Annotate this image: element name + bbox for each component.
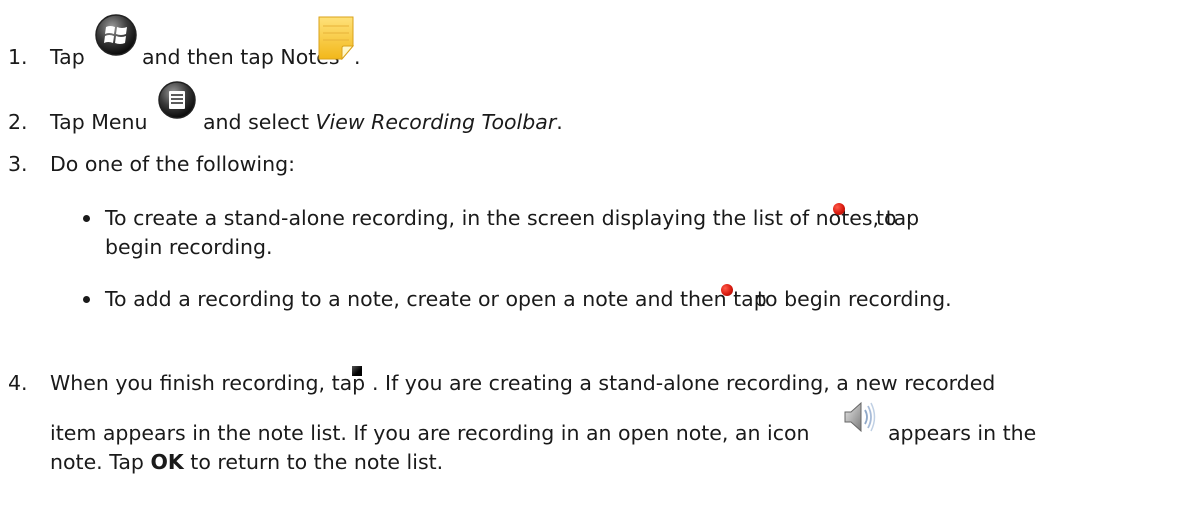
bullet-2-text-b: to begin recording. [757, 287, 952, 311]
step-4-return: to return to the note list. [190, 450, 444, 474]
step-4-note-tap: note. Tap [50, 450, 144, 474]
bullet-1-to: to [876, 206, 897, 230]
bullet-2-text-a: To add a recording to a note, create or … [105, 287, 767, 311]
step-2-number: 2. [8, 110, 28, 134]
record-icon [833, 203, 845, 215]
step-2-text-b: and select View Recording Toolbar. [203, 108, 563, 136]
notes-app-icon [318, 16, 355, 65]
step-2-select: and select [203, 110, 309, 134]
bullet-2-marker [83, 296, 90, 303]
step-4-line-3: note. Tap OK to return to the note list. [50, 448, 443, 476]
step-1-text-b: and then tap Notes [142, 45, 340, 69]
step-4-number: 4. [8, 371, 28, 395]
bullet-1-line-2: begin recording. [105, 235, 273, 259]
step-2-text-a: Tap Menu [50, 110, 148, 134]
menu-icon [157, 80, 197, 125]
step-2-period: . [556, 110, 563, 134]
step-3-number: 3. [8, 152, 28, 176]
step-1-text-a: Tap [50, 45, 85, 69]
step-1-number: 1. [8, 45, 28, 69]
view-recording-toolbar-label: View Recording Toolbar [315, 110, 557, 134]
ok-label: OK [150, 450, 184, 474]
speaker-icon [843, 400, 879, 439]
stop-icon [352, 366, 362, 376]
step-1-period: . [354, 45, 361, 69]
record-icon [721, 284, 733, 296]
step-4-line-1a: When you finish recording, tap [50, 371, 366, 395]
step-4-line-2a: item appears in the note list. If you ar… [50, 421, 810, 445]
step-3-text: Do one of the following: [50, 152, 296, 176]
bullet-1-line-1: To create a stand-alone recording, in th… [105, 206, 920, 230]
windows-start-icon [94, 13, 138, 62]
step-4-line-1b: . If you are creating a stand-alone reco… [372, 371, 996, 395]
step-4-line-2b: appears in the [888, 421, 1037, 445]
bullet-1-marker [83, 215, 90, 222]
